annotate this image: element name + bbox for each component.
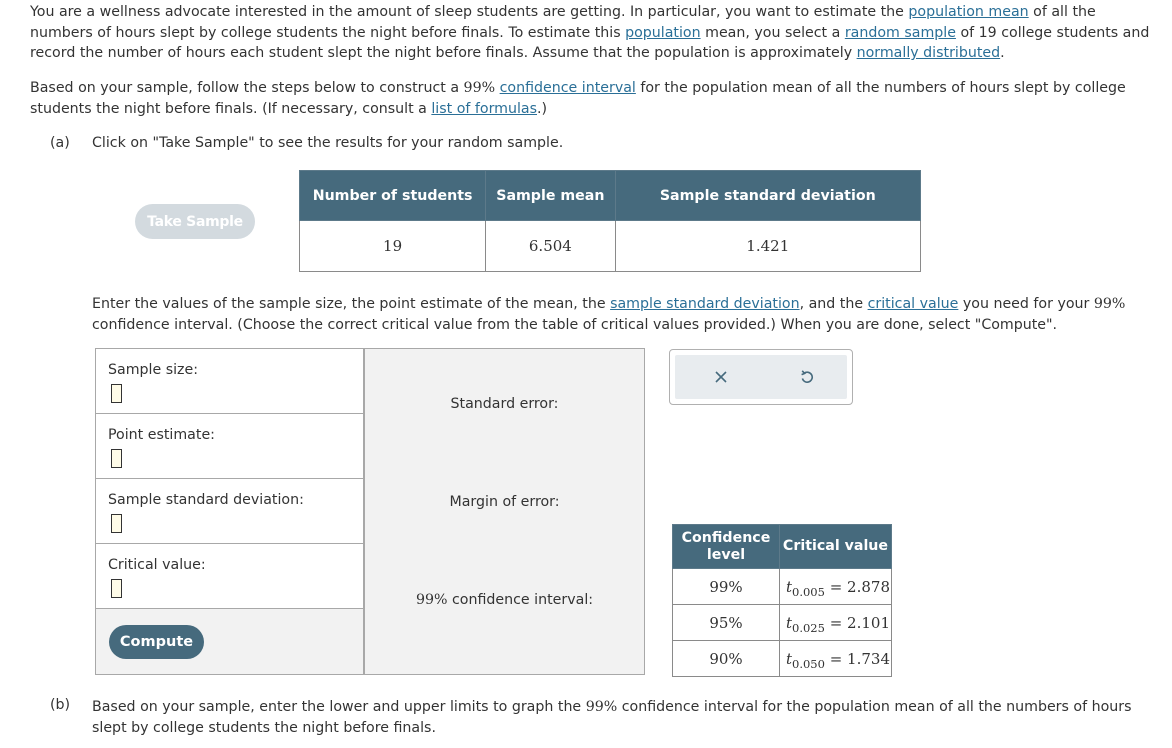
compute-area: Compute (96, 609, 363, 674)
part-b-label: (b) (50, 697, 71, 713)
confidence-level-cell: 95% (672, 604, 780, 641)
header-sample-mean: Sample mean (485, 170, 616, 221)
table-row: 90% t0.050 = 1.734 (672, 640, 893, 677)
undo-button[interactable] (793, 365, 821, 389)
confidence-percent: 99% (463, 80, 496, 96)
input-panel: Sample size: Point estimate: Sample stan… (95, 348, 364, 675)
confidence-interval-text: confidence interval: (447, 592, 594, 608)
critical-value-cell: t0.005 = 2.878 (778, 568, 893, 605)
part-a-label: (a) (50, 135, 70, 151)
critical-value-input[interactable] (111, 579, 122, 598)
sample-results-table: Number of students Sample mean Sample st… (298, 170, 922, 272)
link-sample-standard-deviation[interactable]: sample standard deviation (610, 296, 799, 312)
confidence-level-cell: 99% (672, 568, 780, 605)
point-estimate-field: Point estimate: (96, 414, 363, 479)
take-sample-button[interactable]: Take Sample (135, 204, 255, 239)
sample-size-input[interactable] (111, 384, 122, 403)
instructions-paragraph: Based on your sample, follow the steps b… (30, 78, 1140, 119)
part-b-text-1: Based on your sample, enter the lower an… (92, 699, 586, 715)
critical-value-number: = 2.878 (829, 577, 890, 596)
t-subscript: 0.025 (792, 620, 825, 635)
intro-paragraph: You are a wellness advocate interested i… (30, 2, 1160, 64)
enter-text: confidence interval. (Choose the correct… (92, 316, 1058, 333)
header-number-of-students: Number of students (298, 170, 487, 221)
value-sample-sd: 1.421 (614, 220, 922, 272)
part-a-text: Click on "Take Sample" to see the result… (92, 135, 564, 151)
intro-text: mean, you select a (700, 24, 845, 41)
t-subscript: 0.005 (792, 584, 825, 599)
sample-sd-input[interactable] (111, 514, 122, 533)
intro-text: You are a wellness advocate interested i… (30, 4, 909, 20)
enter-text: Enter the values of the sample size, the… (92, 296, 611, 312)
instructions-text: Based on your sample, follow the steps b… (30, 80, 464, 96)
clear-button[interactable] (707, 365, 735, 389)
link-population-mean[interactable]: population mean (908, 4, 1028, 20)
link-random-sample[interactable]: random sample (845, 25, 956, 41)
table-row: 99% t0.005 = 2.878 (672, 568, 893, 605)
instructions-text: .) (537, 100, 548, 117)
header-critical-value: Critical value (778, 524, 893, 569)
table-row: 95% t0.025 = 2.101 (672, 604, 893, 641)
standard-error-label: Standard error: (450, 396, 559, 412)
answer-tools-bar (675, 355, 847, 399)
enter-values-paragraph: Enter the values of the sample size, the… (92, 294, 1142, 335)
critical-value-number: = 1.734 (829, 649, 890, 668)
header-sample-sd: Sample standard deviation (614, 170, 922, 221)
critical-value-table: Confidence level Critical value 99% t0.0… (672, 524, 893, 677)
sample-size-field: Sample size: (96, 349, 363, 414)
header-confidence-level: Confidence level (672, 524, 780, 569)
confidence-interval-label: 99% confidence interval: (365, 592, 644, 608)
link-list-of-formulas[interactable]: list of formulas (431, 101, 537, 117)
answer-tools (669, 349, 853, 405)
link-confidence-interval[interactable]: confidence interval (500, 80, 636, 96)
value-number-of-students: 19 (298, 220, 487, 272)
t-subscript: 0.050 (792, 656, 825, 671)
link-critical-value[interactable]: critical value (868, 296, 959, 312)
x-icon (715, 371, 727, 383)
part-b-text: Based on your sample, enter the lower an… (92, 697, 1152, 738)
sample-sd-label: Sample standard deviation: (108, 492, 304, 508)
critical-value-label: Critical value: (108, 557, 206, 573)
confidence-percent: 99% (415, 592, 448, 608)
confidence-percent: 99% (1093, 296, 1126, 312)
sample-size-label: Sample size: (108, 362, 198, 378)
intro-text: . (1000, 45, 1005, 61)
sample-sd-field: Sample standard deviation: (96, 479, 363, 544)
margin-of-error-label: Margin of error: (449, 494, 560, 510)
enter-text: you need for your (958, 296, 1094, 312)
link-normally-distributed[interactable]: normally distributed (857, 45, 1001, 61)
value-sample-mean: 6.504 (485, 220, 616, 272)
critical-value-cell: t0.050 = 1.734 (778, 640, 893, 677)
point-estimate-input[interactable] (111, 449, 122, 468)
link-population[interactable]: population (625, 25, 701, 41)
compute-button[interactable]: Compute (109, 625, 204, 659)
point-estimate-label: Point estimate: (108, 427, 215, 443)
results-panel: Standard error: Margin of error: 99% con… (364, 348, 645, 675)
undo-icon (801, 370, 814, 383)
confidence-level-cell: 90% (672, 640, 780, 677)
critical-value-number: = 2.101 (829, 613, 890, 632)
confidence-percent: 99% (585, 699, 618, 715)
enter-text: , and the (799, 296, 868, 312)
critical-value-field: Critical value: (96, 544, 363, 609)
critical-value-cell: t0.025 = 2.101 (778, 604, 893, 641)
